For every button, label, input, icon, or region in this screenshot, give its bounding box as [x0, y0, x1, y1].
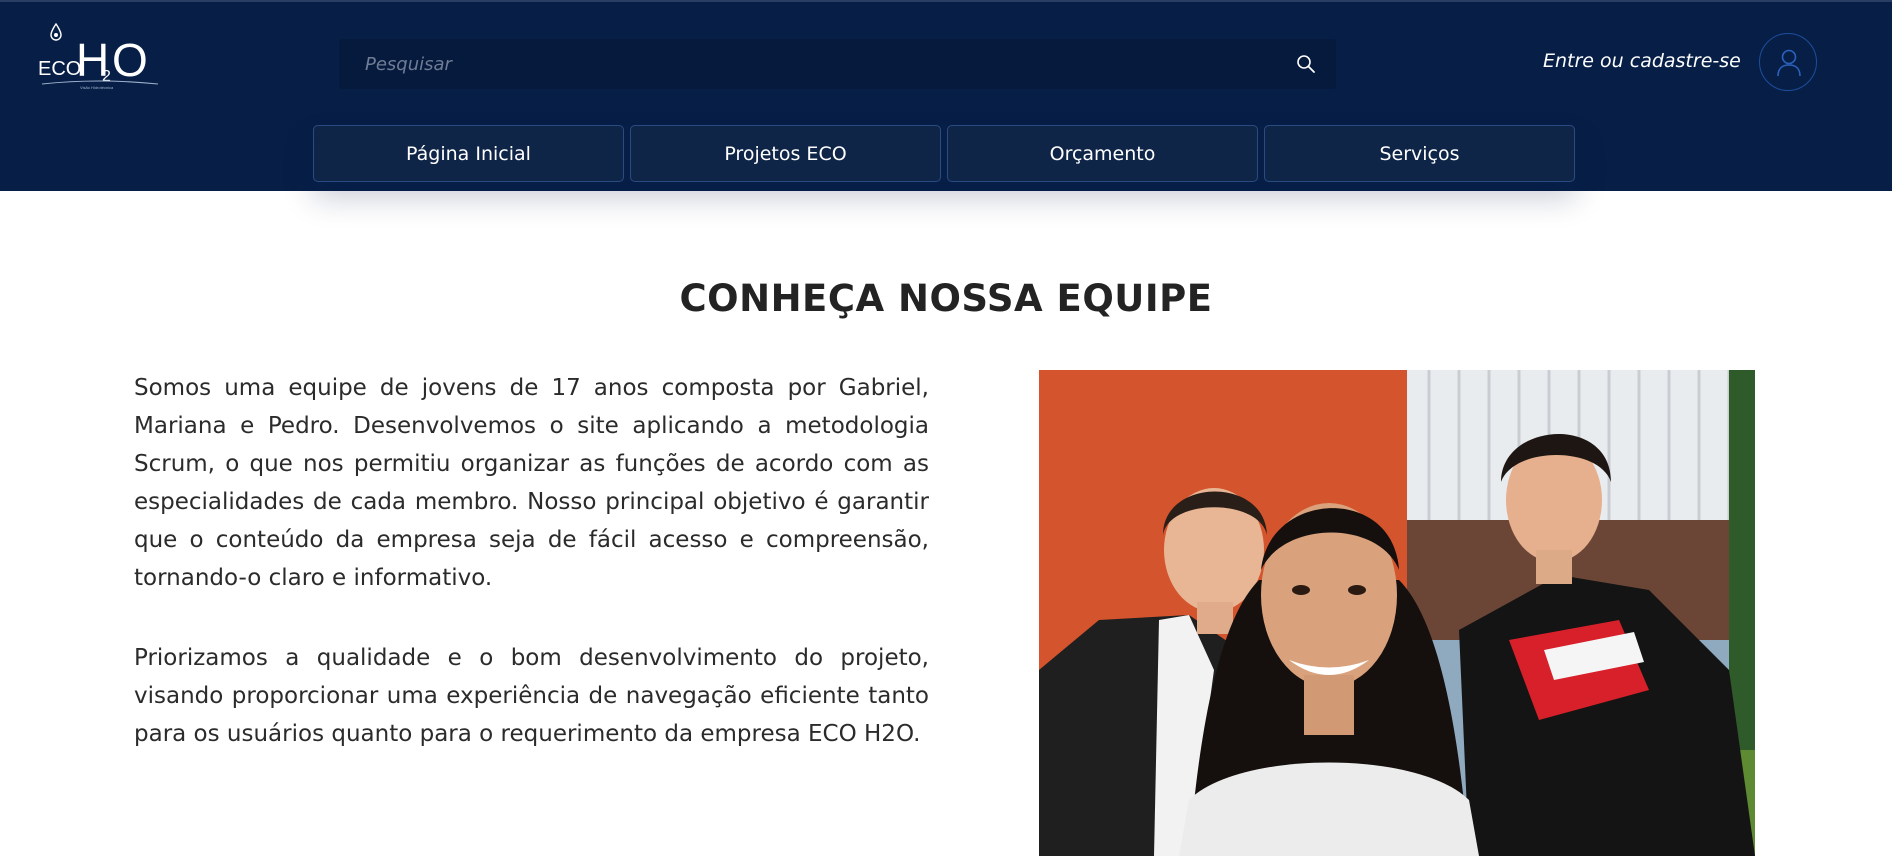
team-photo — [1039, 370, 1755, 856]
main-nav: Página Inicial Projetos ECO Orçamento Se… — [313, 125, 1576, 182]
team-description: Somos uma equipe de jovens de 17 anos co… — [134, 369, 929, 795]
user-icon — [1777, 49, 1801, 77]
search-icon[interactable] — [1296, 54, 1316, 74]
team-paragraph-2: Priorizamos a qualidade e o bom desenvol… — [134, 645, 929, 747]
nav-item-services[interactable]: Serviços — [1264, 125, 1575, 182]
logo-o-text: O — [112, 34, 148, 86]
site-header: ECO H 2 O Visão Hidrotécnica Entre ou ca… — [0, 0, 1892, 191]
logo-subscript-text: 2 — [102, 68, 111, 85]
logo-eco-text: ECO — [38, 58, 81, 80]
water-drop-icon — [50, 22, 62, 41]
team-photo-illustration — [1039, 370, 1755, 856]
nav-item-home[interactable]: Página Inicial — [313, 125, 624, 182]
eco-h2o-logo[interactable]: ECO H 2 O Visão Hidrotécnica — [38, 20, 164, 92]
logo-tagline: Visão Hidrotécnica — [80, 85, 114, 90]
nav-item-eco-projects[interactable]: Projetos ECO — [630, 125, 941, 182]
team-paragraph-1: Somos uma equipe de jovens de 17 anos co… — [134, 375, 929, 591]
search-input[interactable] — [339, 39, 1279, 89]
search-bar — [339, 39, 1336, 89]
user-account-button[interactable] — [1759, 33, 1817, 91]
nav-item-budget[interactable]: Orçamento — [947, 125, 1258, 182]
login-link[interactable]: Entre ou cadastre-se — [1543, 50, 1741, 72]
logo-graphic: ECO H 2 O Visão Hidrotécnica — [38, 22, 159, 90]
page-title: CONHEÇA NOSSA EQUIPE — [679, 276, 1213, 320]
